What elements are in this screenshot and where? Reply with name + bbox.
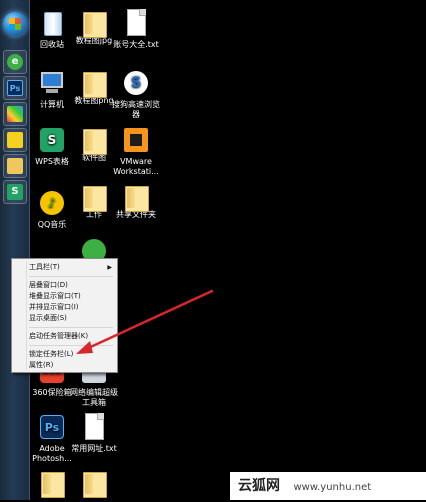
watermark: 云狐网 www.yunhu.net — [230, 472, 426, 500]
watermark-logo: 云狐网 — [238, 478, 280, 494]
annotation-arrow — [76, 289, 214, 354]
watermark-url: www.yunhu.net — [293, 482, 372, 493]
